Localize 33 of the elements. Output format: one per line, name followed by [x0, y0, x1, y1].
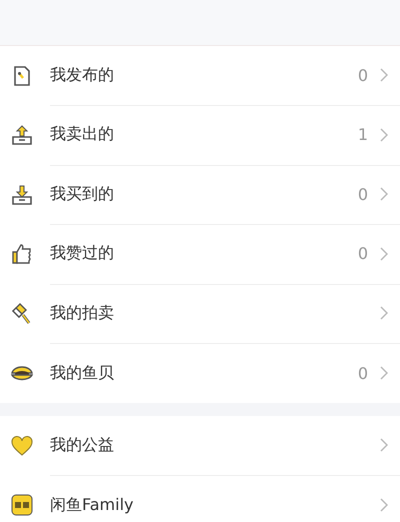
item-label: 我买到的	[50, 184, 115, 205]
item-label: 我的拍卖	[50, 302, 115, 324]
chevron-icon	[380, 498, 388, 512]
chevron-icon	[380, 366, 388, 380]
item-count: 0	[358, 364, 368, 383]
download-tray-icon	[10, 182, 34, 207]
family-icon	[10, 493, 34, 518]
item-label: 我的鱼贝	[50, 362, 115, 384]
item-count: 0	[358, 66, 368, 85]
item-label: 我卖出的	[50, 124, 115, 146]
chevron-icon	[380, 68, 388, 82]
menu-item[interactable]: 我的公益	[0, 416, 400, 476]
item-count: 1	[358, 125, 368, 144]
item-label: 我的公益	[50, 434, 115, 456]
chevron-icon	[380, 128, 388, 142]
item-count: 0	[358, 184, 368, 204]
menu-item[interactable]: 我的鱼贝 0	[0, 344, 400, 403]
menu-item[interactable]: 我买到的 0	[0, 165, 400, 224]
item-label: 我发布的	[50, 64, 115, 86]
menu-item[interactable]: 我发布的 0	[0, 46, 400, 106]
item-label: 闲鱼Family	[50, 494, 134, 516]
menu-item[interactable]: 我的拍卖	[0, 284, 400, 344]
menu-item[interactable]: 我赞过的 0	[0, 224, 400, 284]
chevron-icon	[380, 246, 388, 261]
upload-tray-icon	[10, 123, 34, 148]
item-count: 0	[358, 244, 368, 264]
chevron-icon	[380, 187, 388, 202]
menu-item[interactable]: 我卖出的 1	[0, 106, 400, 165]
chevron-icon	[380, 306, 388, 320]
heart-icon	[10, 434, 34, 458]
chevron-icon	[380, 438, 388, 452]
menu-item[interactable]: 闲鱼Family	[0, 476, 400, 522]
item-label: 我赞过的	[50, 243, 115, 264]
